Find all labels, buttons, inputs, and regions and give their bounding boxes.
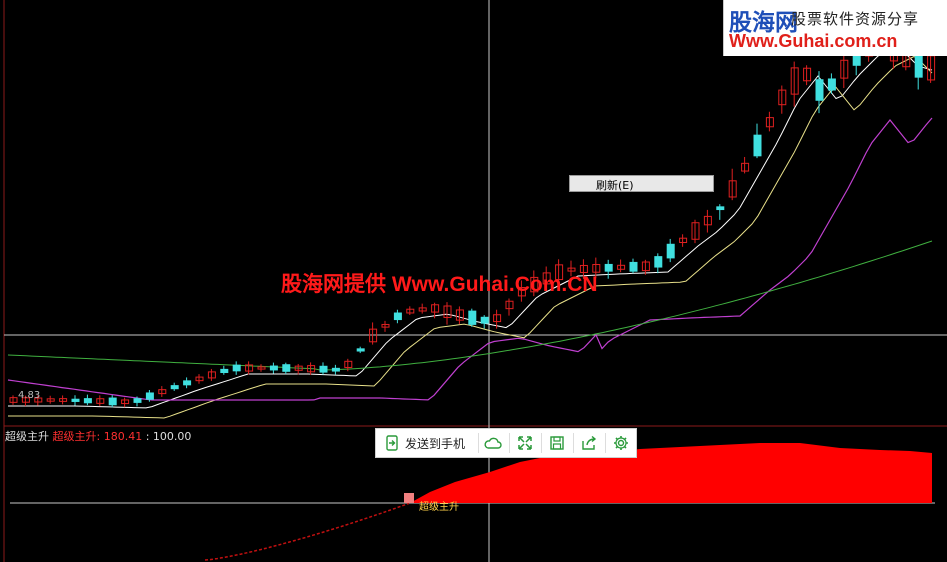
indicator-series-name: 超级主升: <box>52 430 101 443</box>
indicator-line <box>204 502 410 561</box>
context-menu: 刷新(E) <box>569 175 714 192</box>
candle-body <box>815 79 824 101</box>
indicator-signal-marker <box>404 493 414 503</box>
phone-icon <box>386 435 398 451</box>
candle-body <box>183 380 192 386</box>
candle-body <box>170 385 179 390</box>
candle-body <box>654 256 663 268</box>
expand-button[interactable] <box>514 432 536 454</box>
candle-body <box>666 243 675 259</box>
indicator-value: 180.41 <box>103 430 143 443</box>
indicator-marker-label: 超级主升 <box>419 502 459 513</box>
save-icon <box>550 436 564 450</box>
share-icon <box>581 436 596 450</box>
candle-body <box>83 398 92 404</box>
logo-tagline: 股票软件资源分享 <box>791 10 920 28</box>
indicator-name: 超级主升 <box>5 430 49 443</box>
ma-fast-line <box>8 46 933 409</box>
candle-body <box>827 78 836 91</box>
indicator-area <box>204 443 932 561</box>
candle-body <box>356 348 365 352</box>
candle-body <box>71 398 80 402</box>
candle-body <box>220 368 229 374</box>
save-button[interactable] <box>546 432 568 454</box>
toolbar-separator <box>541 433 542 453</box>
logo-url: Www.Guhai.com.cn <box>729 31 898 51</box>
toolbar-separator <box>478 433 479 453</box>
candle-body <box>282 364 291 372</box>
ma-slow-line <box>7 117 933 401</box>
watermark-text: 股海网提供 Www.Guhai.Com.CN <box>281 273 598 296</box>
menu-item-refresh[interactable]: 刷新(E) <box>596 177 634 193</box>
expand-icon <box>518 436 532 450</box>
settings-icon <box>614 436 628 450</box>
toolbar-separator <box>509 433 510 453</box>
candle-body <box>108 397 117 406</box>
candlestick-series <box>9 29 936 408</box>
candle-body <box>480 316 489 324</box>
candle-body <box>145 392 154 400</box>
candle-body <box>232 364 241 372</box>
send-to-phone-label: 发送到手机 <box>405 436 466 451</box>
candle-body <box>319 365 328 373</box>
send-to-phone-button[interactable]: 发送到手机 <box>384 433 465 453</box>
candle-body <box>393 312 402 321</box>
candle-body <box>604 263 613 272</box>
candle-body <box>133 398 142 403</box>
candle-body <box>753 134 762 157</box>
moving-average-lines <box>7 46 933 419</box>
indicator-level: : 100.00 <box>145 430 192 443</box>
floating-toolbar: 发送到手机 <box>375 428 637 458</box>
ma-long-line <box>7 240 933 371</box>
indicator-header: 超级主升 超级主升: 180.41 : 100.00 <box>5 428 191 444</box>
cloud-button[interactable] <box>482 432 504 454</box>
share-button[interactable] <box>578 432 600 454</box>
candle-body <box>629 261 638 272</box>
settings-button[interactable] <box>610 432 632 454</box>
toolbar-separator <box>573 433 574 453</box>
candle-body <box>121 399 130 405</box>
candle-body <box>716 206 725 211</box>
candle-body <box>468 310 477 325</box>
candle-body <box>269 365 278 371</box>
toolbar-separator <box>605 433 606 453</box>
price-low-label: 4.83 <box>18 390 41 401</box>
site-logo: 股海网 股票软件资源分享 Www.Guhai.com.cn <box>723 0 947 56</box>
cloud-icon <box>484 437 502 449</box>
candle-body <box>331 367 340 372</box>
